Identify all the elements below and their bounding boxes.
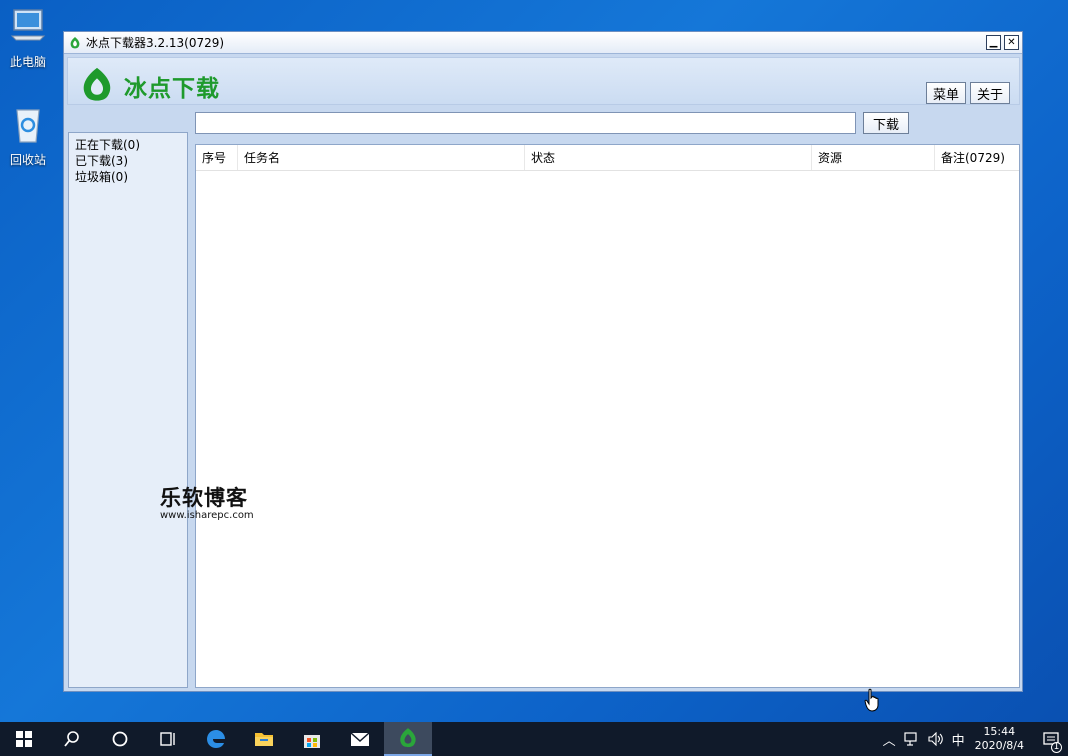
sidebar-item-downloaded[interactable]: 已下载(3) [75, 153, 181, 169]
task-view-icon [160, 732, 175, 746]
taskbar-store[interactable] [288, 722, 336, 756]
task-list-header: 序号 任务名 状态 资源 备注(0729) [196, 145, 1019, 171]
desktop-icon-this-pc[interactable]: 此电脑 [0, 6, 56, 70]
watermark-url: www.isharepc.com [160, 510, 254, 521]
tray-chevron-up-icon[interactable]: ︿ [883, 730, 896, 749]
cortana-button[interactable] [96, 722, 144, 756]
hand-cursor-icon [864, 688, 879, 712]
column-header-source[interactable]: 资源 [812, 145, 935, 170]
file-explorer-icon [255, 733, 273, 746]
watermark-title: 乐软博客 [160, 486, 248, 510]
about-button[interactable]: 关于 [970, 82, 1011, 104]
app-header: 冰点下载 [67, 57, 1020, 105]
clock[interactable]: 15:44 2020/8/4 [975, 725, 1024, 753]
sidebar-item-downloading[interactable]: 正在下载(0) [75, 137, 181, 153]
notification-count-badge: 1 [1051, 742, 1062, 753]
cortana-icon [112, 731, 128, 747]
taskbar-mail[interactable] [336, 722, 384, 756]
minimize-button[interactable]: ▁ [986, 35, 1001, 50]
brand-title: 冰点下载 [124, 76, 220, 102]
bingdian-brand-logo-icon [83, 67, 111, 101]
search-button[interactable] [48, 722, 96, 756]
sidebar-item-trash[interactable]: 垃圾箱(0) [75, 169, 181, 185]
search-icon [64, 731, 79, 747]
taskbar: ︿ 中 15:44 2020/8/4 1 [0, 722, 1068, 756]
title-bar[interactable]: 冰点下载器3.2.13(0729) ▁ ✕ [64, 32, 1022, 54]
task-view-button[interactable] [144, 722, 192, 756]
system-tray: ︿ 中 15:44 2020/8/4 1 [879, 722, 1068, 756]
taskbar-file-explorer[interactable] [240, 722, 288, 756]
desktop-icon-label: 回收站 [9, 153, 46, 167]
ime-indicator[interactable]: 中 [952, 730, 965, 749]
edge-icon [207, 730, 225, 748]
bingdian-logo-icon [70, 36, 80, 48]
volume-icon[interactable] [928, 732, 944, 746]
column-header-status[interactable]: 状态 [525, 145, 812, 170]
column-header-index[interactable]: 序号 [196, 145, 238, 170]
computer-icon [10, 9, 46, 41]
close-icon: ✕ [1007, 36, 1016, 48]
watermark: 乐软博客 www.isharepc.com [160, 482, 254, 521]
bingdian-icon [400, 728, 416, 748]
notification-center-button[interactable]: 1 [1034, 722, 1068, 756]
url-input[interactable] [195, 112, 856, 134]
recycle-bin-icon [16, 109, 40, 143]
clock-date: 2020/8/4 [974, 739, 1024, 752]
category-sidebar: 正在下载(0) 已下载(3) 垃圾箱(0) [68, 132, 188, 688]
taskbar-bingdian[interactable] [384, 722, 432, 756]
store-icon [304, 735, 320, 748]
minimize-icon: ▁ [989, 36, 998, 48]
app-window: 冰点下载器3.2.13(0729) ▁ ✕ 冰点下载 菜单 关于 下载 正在下载… [63, 31, 1023, 692]
taskbar-edge[interactable] [192, 722, 240, 756]
download-button[interactable]: 下载 [863, 112, 909, 134]
task-list[interactable]: 序号 任务名 状态 资源 备注(0729) [195, 144, 1020, 688]
mail-icon [350, 732, 370, 746]
desktop-icon-recycle-bin[interactable]: 回收站 [0, 104, 56, 168]
windows-start-icon [16, 731, 32, 747]
menu-button[interactable]: 菜单 [926, 82, 967, 104]
column-header-task-name[interactable]: 任务名 [238, 145, 525, 170]
clock-time: 15:44 [983, 725, 1016, 738]
column-header-notes[interactable]: 备注(0729) [935, 145, 1019, 170]
network-icon[interactable] [903, 732, 920, 746]
close-button[interactable]: ✕ [1004, 35, 1019, 50]
start-button[interactable] [0, 722, 48, 756]
desktop-icon-label: 此电脑 [9, 55, 46, 69]
window-title: 冰点下载器3.2.13(0729) [86, 36, 225, 50]
